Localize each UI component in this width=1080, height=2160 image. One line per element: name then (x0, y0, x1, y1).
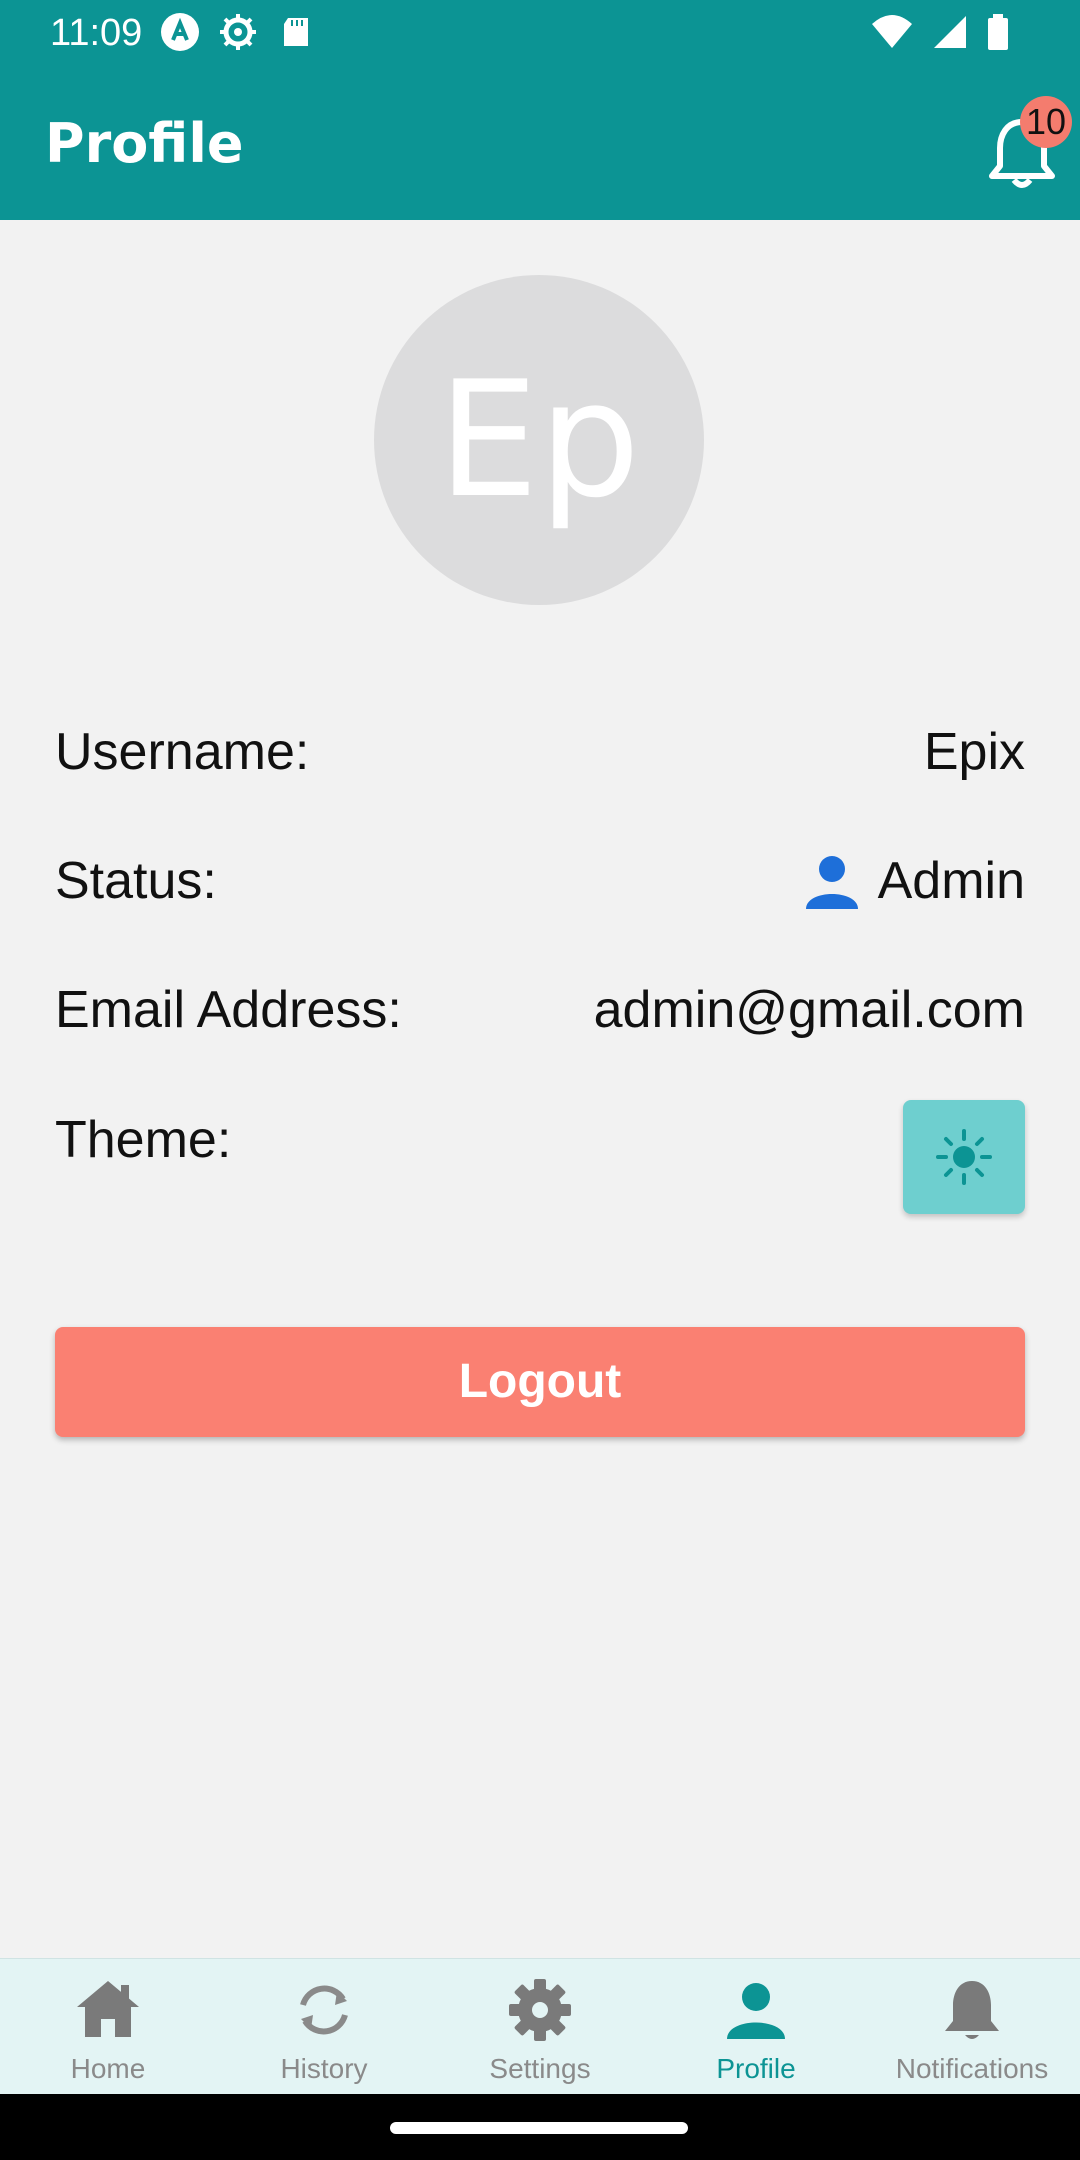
sd-card-icon (276, 12, 316, 57)
nav-item-history[interactable]: History (216, 1959, 432, 2095)
status-value-wrap: Admin (802, 851, 1025, 911)
nav-item-notifications[interactable]: Notifications (864, 1959, 1080, 2095)
nav-label-profile: Profile (716, 2053, 796, 2084)
bottom-navigation: Home History Settings Profile Notificati… (0, 1958, 1080, 2095)
nav-item-home[interactable]: Home (0, 1959, 216, 2095)
nav-item-settings[interactable]: Settings (432, 1959, 648, 2095)
status-icons-left (160, 12, 316, 57)
status-row: Status: Admin (55, 851, 1025, 921)
username-label: Username: (55, 723, 310, 781)
notification-badge: 10 (1020, 96, 1072, 148)
status-bar: 11:09 (0, 0, 1080, 66)
profile-icon (721, 1975, 791, 2045)
nav-label-settings: Settings (489, 2053, 591, 2084)
app-bar: Profile 10 (0, 66, 1080, 220)
page-title: Profile (45, 112, 244, 175)
nav-item-profile[interactable]: Profile (648, 1959, 864, 2095)
status-time: 11:09 (50, 12, 143, 54)
history-icon (289, 1975, 359, 2045)
theme-row: Theme: (55, 1100, 1025, 1214)
notifications-button[interactable]: 10 (982, 96, 1072, 196)
system-navigation-bar (0, 2094, 1080, 2160)
home-icon (73, 1975, 143, 2045)
status-icons-right (870, 12, 1010, 57)
email-label: Email Address: (55, 981, 402, 1039)
app-a-icon (160, 12, 200, 57)
avatar: Ep (374, 275, 704, 605)
nav-label-notifications: Notifications (895, 2053, 1049, 2084)
sun-icon (934, 1127, 994, 1187)
status-value: Admin (877, 852, 1025, 910)
user-icon (802, 851, 862, 911)
username-value-wrap: Epix (924, 722, 1025, 782)
username-row: Username: Epix (55, 722, 1025, 792)
nav-label-home: Home (70, 2053, 146, 2084)
gear-status-icon (218, 12, 258, 57)
nav-label-history: History (280, 2053, 368, 2084)
profile-screen: 11:09 Profile 10 Ep Username: Epix Statu… (0, 0, 1080, 2160)
signal-icon (930, 12, 970, 57)
logout-button[interactable]: Logout (55, 1327, 1025, 1437)
status-label: Status: (55, 852, 217, 910)
email-value-wrap: admin@gmail.com (594, 980, 1025, 1040)
theme-label: Theme: (55, 1111, 232, 1169)
email-value: admin@gmail.com (593, 981, 1025, 1039)
notifications-icon (937, 1975, 1007, 2045)
username-value: Epix (923, 723, 1025, 781)
wifi-icon (870, 12, 914, 57)
theme-toggle-button[interactable] (903, 1100, 1025, 1214)
home-gesture-handle[interactable] (390, 2122, 688, 2134)
settings-icon (505, 1975, 575, 2045)
battery-icon (986, 12, 1010, 57)
email-row: Email Address: admin@gmail.com (55, 980, 1025, 1050)
